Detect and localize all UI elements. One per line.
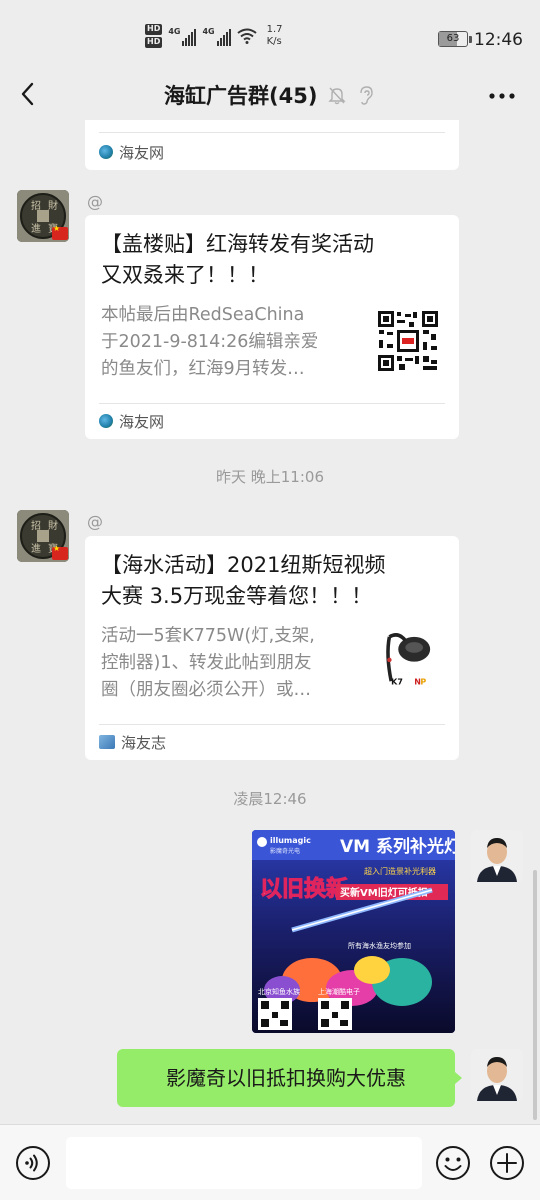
my-text-message[interactable]: 影魔奇以旧抵扣换购大优惠 — [117, 1049, 455, 1107]
network-speed: 1.7 K/s — [266, 24, 283, 47]
voice-icon[interactable] — [15, 1145, 51, 1181]
svg-text:招: 招 — [31, 519, 41, 532]
status-indicators: HD HD 4G 4G 1.7 K/s — [145, 24, 283, 48]
poster-image[interactable]: illumagic 影魔奇光电 VM 系列补光灯 超入门造景补光利器 以旧换新 … — [252, 830, 455, 1033]
svg-text:影魔奇光电: 影魔奇光电 — [270, 847, 300, 855]
svg-text:P: P — [420, 678, 426, 687]
timestamp: 昨天 晚上11:06 — [216, 468, 324, 486]
link-card-redsea[interactable]: 【盖楼贴】红海转发有奖活动 又双叒来了！！！ 本帖最后由RedSeaChina … — [85, 215, 459, 439]
person-photo-icon — [471, 1049, 523, 1101]
chat-title-group: 海缸广告群(45) — [164, 80, 375, 110]
card-title: 【海水活动】2021纽斯短视频 大赛 3.5万现金等着您！！！ — [101, 553, 386, 608]
chat-header: 海缸广告群(45) — [0, 70, 540, 120]
haiyouzhi-magazine-icon — [99, 735, 115, 749]
svg-text:illumagic: illumagic — [270, 836, 311, 845]
link-card-partial[interactable]: 海友网 — [85, 120, 459, 170]
sender-name: @ — [87, 192, 103, 211]
china-flag-icon — [52, 544, 68, 560]
svg-text:北京知鱼水族: 北京知鱼水族 — [258, 987, 300, 996]
wifi-icon — [237, 28, 257, 44]
svg-text:所有海水渔友均参加: 所有海水渔友均参加 — [348, 941, 411, 950]
svg-text:進: 進 — [31, 223, 41, 235]
haiyou-globe-icon — [99, 145, 113, 159]
signal-icon-1: 4G — [168, 27, 197, 46]
mute-bell-icon — [328, 87, 347, 105]
card-source: 海友网 — [99, 403, 164, 439]
emoji-icon[interactable] — [435, 1145, 471, 1181]
svg-text:以旧换新: 以旧换新 — [260, 876, 348, 902]
qr-code-thumbnail — [377, 310, 439, 372]
svg-text:進: 進 — [31, 543, 41, 555]
svg-text:上海潮酷电子: 上海潮酷电子 — [318, 987, 360, 996]
my-avatar[interactable] — [471, 1049, 523, 1101]
timestamp: 凌晨12:46 — [233, 790, 307, 808]
hd-badge-1: HD — [145, 24, 163, 35]
message-input[interactable] — [66, 1137, 422, 1189]
input-bar — [0, 1124, 540, 1200]
chat-title: 海缸广告群(45) — [164, 84, 318, 108]
lamp-product-thumbnail: K7 N P — [380, 628, 436, 690]
battery-icon: 63 — [438, 31, 468, 47]
back-arrow-icon[interactable] — [18, 80, 38, 108]
haiyou-globe-icon — [99, 414, 113, 428]
svg-text:超入门造景补光利器: 超入门造景补光利器 — [364, 866, 436, 876]
person-photo-icon — [471, 830, 523, 882]
ear-icon — [360, 86, 374, 105]
card-source: 海友网 — [99, 134, 164, 170]
svg-text:K7: K7 — [391, 678, 403, 687]
hd-badge-2: HD — [145, 37, 163, 48]
svg-text:財: 財 — [48, 519, 58, 532]
svg-text:招: 招 — [31, 199, 41, 212]
card-description: 本帖最后由RedSeaChina 于2021-9-814:26编辑亲爱 的鱼友们… — [101, 305, 319, 379]
status-bar: HD HD 4G 4G 1.7 K/s 63 12:46 — [0, 0, 540, 70]
status-clock: 12:46 — [474, 30, 523, 50]
more-dots-icon[interactable] — [488, 92, 516, 100]
sender-name: @ — [87, 512, 103, 531]
svg-text:VM 系列补光灯: VM 系列补光灯 — [340, 836, 455, 857]
svg-text:財: 財 — [48, 199, 58, 212]
card-source: 海友志 — [99, 724, 166, 760]
card-title: 【盖楼贴】红海转发有奖活动 又双叒来了！！！ — [101, 232, 374, 287]
plus-icon[interactable] — [489, 1145, 525, 1181]
chat-scrollbar[interactable] — [533, 870, 537, 1120]
china-flag-icon — [52, 224, 68, 240]
card-description: 活动一5套K775W(灯,支架, 控制器)1、转发此帖到朋友 圈（朋友圈必须公开… — [101, 626, 315, 700]
my-avatar[interactable] — [471, 830, 523, 882]
chat-message-list[interactable]: 海友网 招 財 進 寶 @ 【盖楼贴】红海转发有奖活动 又双叒来了！！！ 本帖最… — [0, 120, 540, 1124]
signal-icon-2: 4G — [202, 27, 231, 46]
link-card-contest[interactable]: 【海水活动】2021纽斯短视频 大赛 3.5万现金等着您！！！ 活动一5套K77… — [85, 536, 459, 760]
